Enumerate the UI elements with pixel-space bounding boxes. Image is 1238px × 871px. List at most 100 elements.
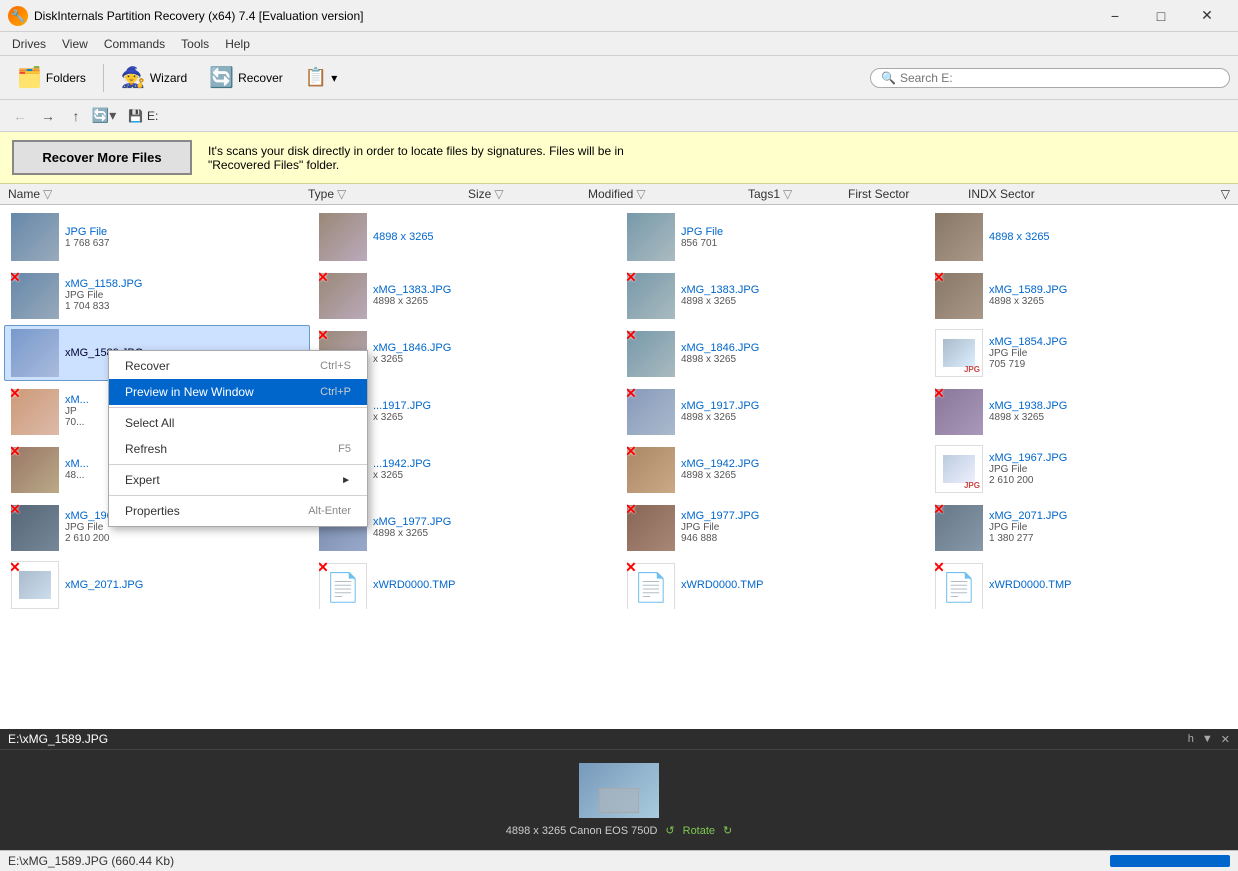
toolbar-divider-1 (103, 64, 104, 92)
menu-drives[interactable]: Drives (4, 35, 54, 53)
rotate-right-icon[interactable]: ↻ (723, 824, 732, 837)
file-type: JPG File (989, 464, 1227, 475)
list-item[interactable]: 4898 x 3265 (312, 209, 618, 265)
col-header-indx-sector[interactable]: INDX Sector ▽ (968, 187, 1230, 201)
maximize-button[interactable]: □ (1138, 0, 1184, 32)
banner-text-line2: "Recovered Files" folder. (208, 158, 624, 172)
file-thumbnail: ✕ (935, 329, 983, 377)
deleted-mark: ✕ (11, 271, 21, 286)
nav-bar: ← → ↑ 🔄▾ 💾 E: (0, 100, 1238, 132)
folders-button[interactable]: 🗂️ Folders (8, 60, 95, 95)
back-button[interactable]: ← (8, 104, 32, 128)
list-item[interactable]: ✕ xMG_1977.JPG JPG File 946 888 (620, 499, 926, 555)
file-info: xMG_1942.JPG 4898 x 3265 (681, 458, 919, 481)
file-info: xMG_1158.JPG JPG File 1 704 833 (65, 278, 303, 312)
search-input[interactable] (900, 71, 1219, 85)
context-menu-select-all[interactable]: Select All (109, 410, 367, 436)
list-item[interactable]: ✕ xMG_1854.JPG JPG File 705 719 (928, 325, 1234, 381)
file-info: xMG_1917.JPG 4898 x 3265 (681, 400, 919, 423)
deleted-mark: ✕ (319, 271, 329, 286)
menu-help[interactable]: Help (217, 35, 258, 53)
file-info: JPG File 1 768 637 (65, 226, 303, 249)
file-name: JPG File (65, 226, 303, 238)
file-thumbnail: ✕ (319, 271, 367, 319)
context-menu-expert[interactable]: Expert ► (109, 467, 367, 493)
list-item[interactable]: JPG File 1 768 637 (4, 209, 310, 265)
file-type: JPG File (989, 522, 1227, 533)
close-button[interactable]: ✕ (1184, 0, 1230, 32)
context-menu-properties[interactable]: Properties Alt-Enter (109, 498, 367, 524)
file-name: ...1917.JPG (373, 400, 611, 412)
deleted-mark: ✕ (627, 445, 637, 460)
list-item[interactable]: ✕ xMG_1158.JPG JPG File 1 704 833 (4, 267, 310, 323)
file-size: 705 719 (989, 359, 1227, 370)
file-name: xMG_1589.JPG (989, 284, 1227, 296)
col-header-tags1[interactable]: Tags1 ▽ (748, 187, 848, 201)
file-name: 4898 x 3265 (373, 231, 611, 243)
list-item[interactable]: ✕ 📄 xWRD0000.TMP (928, 557, 1234, 613)
list-item[interactable]: ✕ xMG_1589.JPG 4898 x 3265 (928, 267, 1234, 323)
file-name: xWRD0000.TMP (989, 579, 1227, 591)
col-header-name[interactable]: Name ▽ (8, 187, 308, 201)
file-info: xMG_1383.JPG 4898 x 3265 (681, 284, 919, 307)
file-name: xMG_1942.JPG (681, 458, 919, 470)
file-type: 4898 x 3265 (681, 354, 919, 365)
close-preview-icon[interactable]: ✕ (1221, 733, 1230, 746)
list-item[interactable]: ✕ xMG_1938.JPG 4898 x 3265 (928, 383, 1234, 439)
col-header-first-sector[interactable]: First Sector (848, 187, 968, 201)
up-button[interactable]: ↑ (64, 104, 88, 128)
deleted-mark: ✕ (627, 561, 637, 576)
file-type: x 3265 (373, 412, 611, 423)
list-item[interactable]: ✕ xMG_2071.JPG JPG File 1 380 277 (928, 499, 1234, 555)
view-options-button[interactable]: 📋 ▾ (296, 62, 346, 93)
list-item[interactable]: ✕ 📄 xWRD0000.TMP (312, 557, 618, 613)
file-name: ...1942.JPG (373, 458, 611, 470)
context-menu-refresh[interactable]: Refresh F5 (109, 436, 367, 462)
list-item[interactable]: 4898 x 3265 (928, 209, 1234, 265)
preview-area: 4898 x 3265 Canon EOS 750D ↺ Rotate ↻ (0, 750, 1238, 850)
ctx-properties-shortcut: Alt-Enter (308, 505, 351, 517)
list-item[interactable]: ✕ 📄 xWRD0000.TMP (620, 557, 926, 613)
sort-icon: ▽ (43, 187, 52, 201)
list-item[interactable]: ✕ xMG_1383.JPG 4898 x 3265 (312, 267, 618, 323)
col-header-type[interactable]: Type ▽ (308, 187, 468, 201)
list-item[interactable]: ✕ xMG_1942.JPG 4898 x 3265 (620, 441, 926, 497)
list-item[interactable]: ✕ xMG_2071.JPG (4, 557, 310, 613)
rotate-left-icon[interactable]: ↺ (665, 824, 674, 837)
file-thumbnail (11, 213, 59, 261)
ctx-select-all-label: Select All (125, 416, 174, 430)
context-menu-recover[interactable]: Recover Ctrl+S (109, 353, 367, 379)
list-item[interactable]: ✕ xMG_1383.JPG 4898 x 3265 (620, 267, 926, 323)
recover-button[interactable]: 🔄 Recover (200, 60, 292, 95)
menu-tools[interactable]: Tools (173, 35, 217, 53)
menu-view[interactable]: View (54, 35, 96, 53)
file-thumbnail: ✕ (935, 445, 983, 493)
forward-button[interactable]: → (36, 104, 60, 128)
list-item[interactable]: ✕ xMG_1846.JPG 4898 x 3265 (620, 325, 926, 381)
wizard-button[interactable]: 🧙 Wizard (112, 60, 196, 95)
recover-label: Recover (238, 71, 283, 85)
file-path-bar: E:\xMG_1589.JPG h ▼ ✕ (0, 729, 1238, 750)
list-item[interactable]: ✕ xMG_1917.JPG 4898 x 3265 (620, 383, 926, 439)
file-info: xWRD0000.TMP (989, 579, 1227, 591)
menu-commands[interactable]: Commands (96, 35, 173, 53)
history-button[interactable]: 🔄▾ (92, 104, 116, 128)
h-label: h (1188, 733, 1194, 746)
file-thumbnail: ✕ (935, 271, 983, 319)
recover-more-files-banner: Recover More Files It's scans your disk … (0, 132, 1238, 184)
file-thumbnail (319, 213, 367, 261)
ctx-refresh-shortcut: F5 (338, 443, 351, 455)
list-item[interactable]: JPG File 856 701 (620, 209, 926, 265)
list-item[interactable]: ✕ xMG_1967.JPG JPG File 2 610 200 (928, 441, 1234, 497)
col-header-size[interactable]: Size ▽ (468, 187, 588, 201)
file-thumbnail: ✕ (627, 503, 675, 551)
minimize-button[interactable]: − (1092, 0, 1138, 32)
file-type: 856 701 (681, 238, 919, 249)
file-thumbnail (935, 213, 983, 261)
recover-more-files-button[interactable]: Recover More Files (12, 140, 192, 175)
file-thumbnail: ✕ (935, 503, 983, 551)
file-type: 4898 x 3265 (373, 528, 611, 539)
ctx-separator-3 (109, 495, 367, 496)
col-header-modified[interactable]: Modified ▽ (588, 187, 748, 201)
context-menu-preview[interactable]: Preview in New Window Ctrl+P (109, 379, 367, 405)
